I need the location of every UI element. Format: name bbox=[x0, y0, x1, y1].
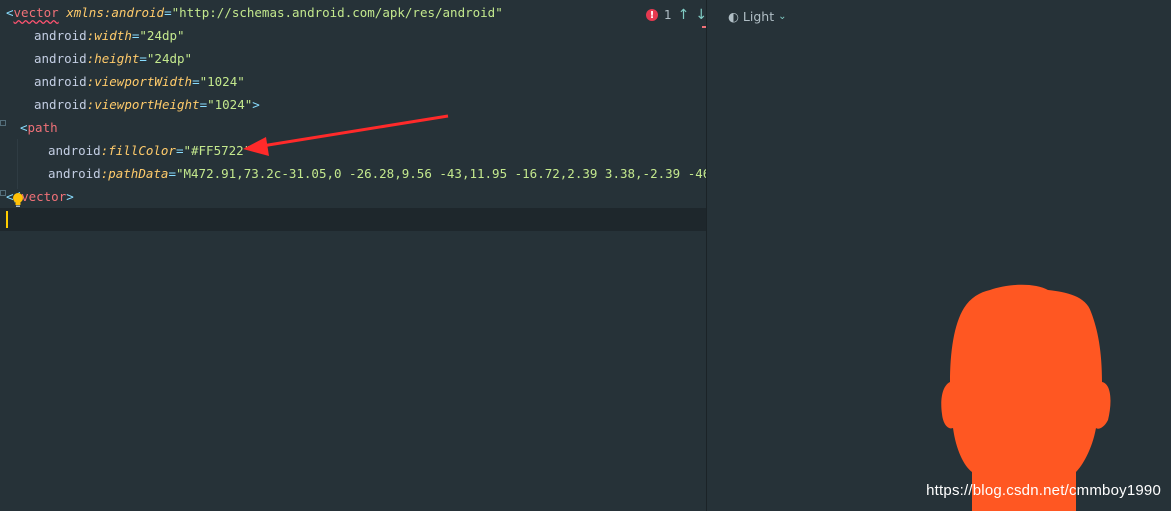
tag-close-bracket: > bbox=[252, 97, 260, 112]
code-line-5[interactable]: android:viewportHeight="1024"> bbox=[34, 93, 717, 116]
attr-value-path-data: "M472.91,73.2c-31.05,0 -26.28,9.56 -43,1… bbox=[175, 166, 717, 181]
attr-value: "http://schemas.android.com/apk/res/andr… bbox=[171, 5, 503, 20]
watermark-text: https://blog.csdn.net/cmmboy1990 bbox=[926, 482, 1161, 499]
tag-open-bracket: < bbox=[20, 120, 28, 135]
attr-equals: = bbox=[139, 51, 147, 66]
attr-value: "24dp" bbox=[139, 28, 185, 43]
error-icon[interactable]: ! bbox=[646, 9, 658, 21]
fold-marker-path[interactable] bbox=[0, 120, 6, 126]
attr-equals: = bbox=[164, 5, 172, 20]
attr-value: "1024" bbox=[207, 97, 253, 112]
attr-name: height bbox=[94, 51, 140, 66]
chevron-down-icon: ⌄ bbox=[778, 10, 787, 22]
tag-name-vector: vector bbox=[13, 5, 59, 20]
code-line-6[interactable]: <path bbox=[20, 116, 717, 139]
attr-name: pathData bbox=[108, 166, 169, 181]
attr-value-fill-color: "#FF5722" bbox=[183, 143, 252, 158]
code-line-9[interactable]: </vector> bbox=[6, 185, 717, 208]
attr-name: fillColor bbox=[108, 143, 176, 158]
attr-name: android bbox=[111, 5, 165, 20]
vector-preview-head-icon bbox=[941, 284, 1111, 511]
tag-name-vector: vector bbox=[21, 189, 67, 204]
attr-name: width bbox=[94, 28, 132, 43]
attr-namespace: android bbox=[34, 74, 87, 89]
theme-label: Light bbox=[742, 8, 775, 24]
code-line-7[interactable]: android:fillColor="#FF5722" bbox=[48, 139, 717, 162]
theme-dropdown[interactable]: ◐ Light ⌄ bbox=[728, 6, 787, 26]
code-line-4[interactable]: android:viewportWidth="1024" bbox=[34, 70, 717, 93]
attr-equals: = bbox=[199, 97, 208, 112]
attr-name: viewportWidth bbox=[94, 74, 193, 89]
attr-namespace: xmlns bbox=[66, 5, 104, 20]
attr-value: "24dp" bbox=[146, 51, 193, 66]
attr-equals: = bbox=[168, 166, 176, 181]
text-caret bbox=[6, 211, 8, 228]
code-line-2[interactable]: android:width="24dp" bbox=[34, 24, 717, 47]
tag-name-path: path bbox=[27, 120, 58, 135]
code-line-3[interactable]: android:height="24dp" bbox=[34, 47, 717, 70]
code-line-1[interactable]: <vector xmlns:android="http://schemas.an… bbox=[6, 1, 717, 24]
attr-name: viewportHeight bbox=[94, 97, 200, 112]
attr-equals: = bbox=[192, 74, 200, 89]
current-line-highlight bbox=[0, 208, 717, 231]
indent-guide bbox=[17, 139, 18, 189]
arrow-up-icon[interactable]: ↑ bbox=[678, 8, 690, 22]
tag-open-bracket: < bbox=[6, 5, 14, 20]
tag-close-bracket: > bbox=[66, 189, 74, 204]
code-line-8[interactable]: android:pathData="M472.91,73.2c-31.05,0 … bbox=[48, 162, 717, 185]
attr-namespace: android bbox=[34, 51, 87, 66]
attr-value: "1024" bbox=[199, 74, 245, 89]
error-count[interactable]: 1 bbox=[664, 8, 672, 22]
attr-namespace: android bbox=[34, 97, 87, 112]
attr-namespace: android bbox=[34, 28, 87, 43]
theme-contrast-icon: ◐ bbox=[728, 8, 739, 24]
code-editor[interactable]: <vector xmlns:android="http://schemas.an… bbox=[0, 0, 717, 511]
lightbulb-icon[interactable] bbox=[12, 192, 24, 208]
attr-namespace: android bbox=[48, 166, 101, 181]
attr-namespace: android bbox=[48, 143, 101, 158]
